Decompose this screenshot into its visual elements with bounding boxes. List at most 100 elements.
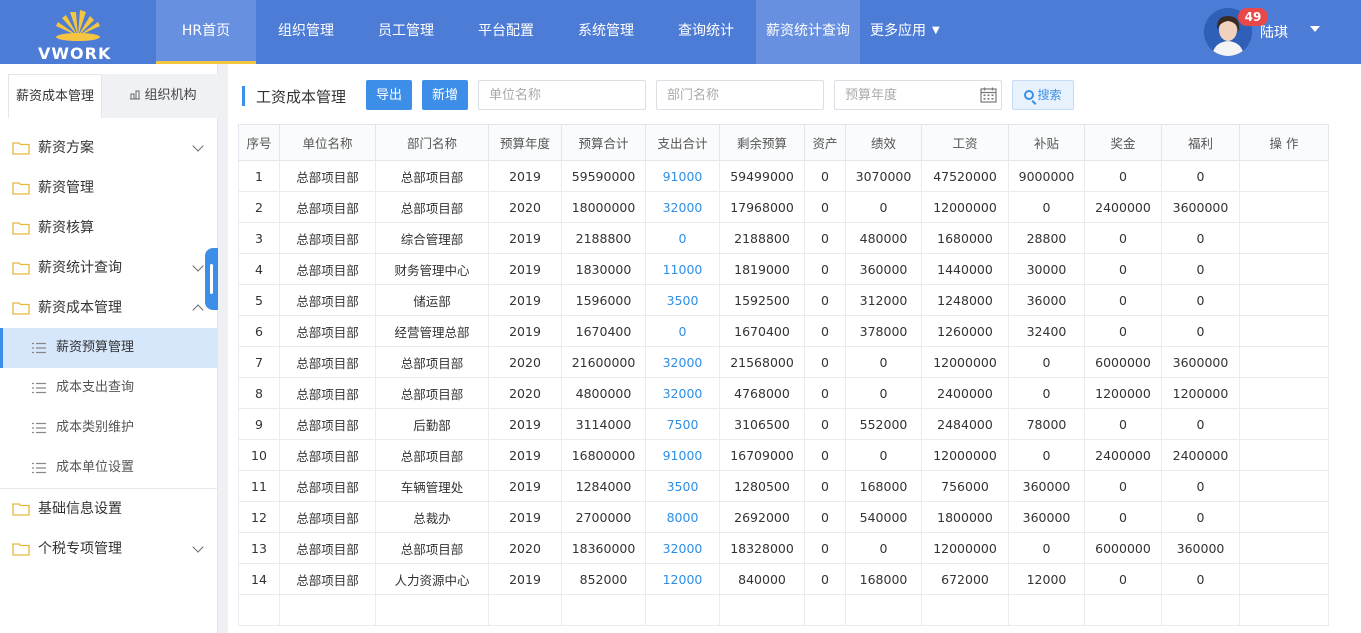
sidebar-subitem-cost-expense-query[interactable]: 成本支出查询 <box>0 368 218 408</box>
col-actions-cell[interactable] <box>1239 532 1329 564</box>
col-unit-name-cell: 总部项目部 <box>279 532 376 564</box>
nav-hr-home[interactable]: HR首页 <box>156 0 256 64</box>
sidebar-item-salary-stats[interactable]: 薪资统计查询 <box>0 248 218 288</box>
sidebar-subitem-cost-unit[interactable]: 成本单位设置 <box>0 448 218 488</box>
column-header-subsidy: 补贴 <box>1008 124 1085 161</box>
table-row[interactable]: 12 总部项目部 总裁办 2019 2700000 8000 2692000 0 540000 1… <box>238 501 1329 533</box>
sidebar-item-salary-cost[interactable]: 薪资成本管理 <box>0 288 218 328</box>
col-actions-cell[interactable] <box>1239 253 1329 285</box>
unit-name-input[interactable] <box>478 80 646 110</box>
table-row[interactable]: 2 总部项目部 总部项目部 2020 18000000 32000 17968000 0 0 12… <box>238 191 1329 223</box>
folder-icon <box>12 222 30 235</box>
col-actions-cell[interactable] <box>1239 160 1329 192</box>
table-row[interactable]: 6 总部项目部 经营管理总部 2019 1670400 0 1670400 0 378000 12… <box>238 315 1329 347</box>
col-actions-cell[interactable] <box>1239 439 1329 471</box>
tab-salary-cost[interactable]: 薪资成本管理 <box>8 74 102 118</box>
col-remaining-budget-cell: 2692000 <box>719 501 805 533</box>
calendar-icon[interactable] <box>980 87 997 103</box>
col-actions-cell[interactable] <box>1239 563 1329 595</box>
budget-year-input[interactable] <box>834 80 1002 110</box>
col-actions-cell[interactable] <box>1239 284 1329 316</box>
col-expense-total-cell[interactable]: 32000 <box>645 346 720 378</box>
col-expense-total-cell[interactable]: 3500 <box>645 470 720 502</box>
sidebar-item-salary-plan[interactable]: 薪资方案 <box>0 128 218 168</box>
table-row[interactable]: 11 总部项目部 车辆管理处 2019 1284000 3500 1280500 0 16800… <box>238 470 1329 502</box>
nav-platform-config[interactable]: 平台配置 <box>456 0 556 64</box>
col-actions-cell[interactable] <box>1239 222 1329 254</box>
col-dept-name-cell: 总部项目部 <box>375 160 489 192</box>
col-actions-cell[interactable] <box>1239 408 1329 440</box>
table-row[interactable]: 10 总部项目部 总部项目部 2019 16800000 91000 16709000 0 0 1… <box>238 439 1329 471</box>
col-expense-total-cell[interactable]: 12000 <box>645 563 720 595</box>
vwork-logo[interactable]: VWORK <box>28 6 128 63</box>
col-expense-total-cell[interactable]: 32000 <box>645 377 720 409</box>
table-row[interactable]: 9 总部项目部 后勤部 2019 3114000 7500 3106500 0 552000 24… <box>238 408 1329 440</box>
col-actions-cell[interactable] <box>1239 315 1329 347</box>
col-welfare-cell: 0 <box>1161 315 1240 347</box>
col-actions-cell[interactable] <box>1239 470 1329 502</box>
folder-icon <box>12 182 30 195</box>
export-button[interactable]: 导出 <box>366 80 412 110</box>
nav-more-apps[interactable]: 更多应用 ▼ <box>860 0 950 64</box>
chevron-down-icon <box>192 541 204 553</box>
col-expense-total-cell[interactable]: 0 <box>645 315 720 347</box>
nav-salary-stats-query[interactable]: 薪资统计查询 <box>756 0 860 64</box>
list-icon <box>32 462 46 474</box>
col-expense-total-cell[interactable]: 8000 <box>645 501 720 533</box>
empty-cell <box>719 594 805 626</box>
col-unit-name-cell: 总部项目部 <box>279 439 376 471</box>
col-expense-total-cell[interactable]: 32000 <box>645 191 720 223</box>
col-actions-cell[interactable] <box>1239 346 1329 378</box>
col-expense-total-cell[interactable]: 3500 <box>645 284 720 316</box>
dept-name-input[interactable] <box>656 80 824 110</box>
col-actions-cell[interactable] <box>1239 191 1329 223</box>
main-nav: HR首页 组织管理 员工管理 平台配置 系统管理 查询统计 薪资统计查询 更多应… <box>156 0 950 64</box>
sidebar-item-label: 薪资核算 <box>38 220 94 236</box>
col-budget-total-cell: 1284000 <box>561 470 646 502</box>
col-expense-total-cell[interactable]: 7500 <box>645 408 720 440</box>
sidebar-subitem-cost-category[interactable]: 成本类别维护 <box>0 408 218 448</box>
col-expense-total-cell[interactable]: 0 <box>645 222 720 254</box>
col-remaining-budget-cell: 840000 <box>719 563 805 595</box>
col-expense-total-cell[interactable]: 91000 <box>645 439 720 471</box>
sidebar-item-basic-info[interactable]: 基础信息设置 <box>0 489 218 529</box>
toolbar: 工资成本管理 导出 新增 搜索 <box>228 64 1361 124</box>
col-actions-cell[interactable] <box>1239 377 1329 409</box>
tab-org-structure[interactable]: 组织机构 <box>108 74 218 118</box>
col-budget-total-cell: 1830000 <box>561 253 646 285</box>
sidebar-item-salary-calc[interactable]: 薪资核算 <box>0 208 218 248</box>
chevron-down-icon: ▼ <box>932 25 940 36</box>
sidebar-subitem-label: 成本类别维护 <box>56 420 135 435</box>
nav-system-management[interactable]: 系统管理 <box>556 0 656 64</box>
col-unit-name-cell: 总部项目部 <box>279 501 376 533</box>
col-subsidy-cell: 78000 <box>1008 408 1085 440</box>
sidebar-collapse-handle[interactable] <box>205 248 218 310</box>
nav-org-management[interactable]: 组织管理 <box>256 0 356 64</box>
search-button[interactable]: 搜索 <box>1012 80 1074 110</box>
sidebar-item-tax-special[interactable]: 个税专项管理 <box>0 529 218 569</box>
add-button[interactable]: 新增 <box>422 80 468 110</box>
col-bonus-cell: 0 <box>1084 563 1162 595</box>
nav-query-stats[interactable]: 查询统计 <box>656 0 756 64</box>
col-wages-cell: 756000 <box>921 470 1009 502</box>
table-row[interactable]: 14 总部项目部 人力资源中心 2019 852000 12000 840000 0 16800… <box>238 563 1329 595</box>
col-budget-year-cell: 2019 <box>488 501 562 533</box>
table-row[interactable]: 3 总部项目部 综合管理部 2019 2188800 0 2188800 0 480000 168… <box>238 222 1329 254</box>
sidebar-subitem-budget-management[interactable]: 薪资预算管理 <box>0 328 218 368</box>
col-expense-total-cell[interactable]: 11000 <box>645 253 720 285</box>
col-expense-total-cell[interactable]: 32000 <box>645 532 720 564</box>
table-row[interactable]: 7 总部项目部 总部项目部 2020 21600000 32000 21568000 0 0 12… <box>238 346 1329 378</box>
table-row[interactable]: 13 总部项目部 总部项目部 2020 18360000 32000 18328000 0 0 1… <box>238 532 1329 564</box>
caret-down-icon[interactable] <box>1310 26 1320 32</box>
table-row[interactable]: 1 总部项目部 总部项目部 2019 59590000 91000 59499000 0 307… <box>238 160 1329 192</box>
col-actions-cell[interactable] <box>1239 501 1329 533</box>
table-row[interactable]: 8 总部项目部 总部项目部 2020 4800000 32000 4768000 0 0 2400… <box>238 377 1329 409</box>
user-name[interactable]: 陆琪 <box>1260 22 1288 42</box>
table-row[interactable]: 4 总部项目部 财务管理中心 2019 1830000 11000 1819000 0 3600… <box>238 253 1329 285</box>
table-row[interactable]: 5 总部项目部 储运部 2019 1596000 3500 1592500 0 312000 12… <box>238 284 1329 316</box>
sidebar-item-salary-management[interactable]: 薪资管理 <box>0 168 218 208</box>
main-panel: 工资成本管理 导出 新增 搜索 序号单位名称部门名称预算年度预算合计支出合计剩余… <box>228 64 1361 633</box>
col-expense-total-cell[interactable]: 91000 <box>645 160 720 192</box>
col-performance-cell: 0 <box>845 191 922 223</box>
nav-employee-management[interactable]: 员工管理 <box>356 0 456 64</box>
